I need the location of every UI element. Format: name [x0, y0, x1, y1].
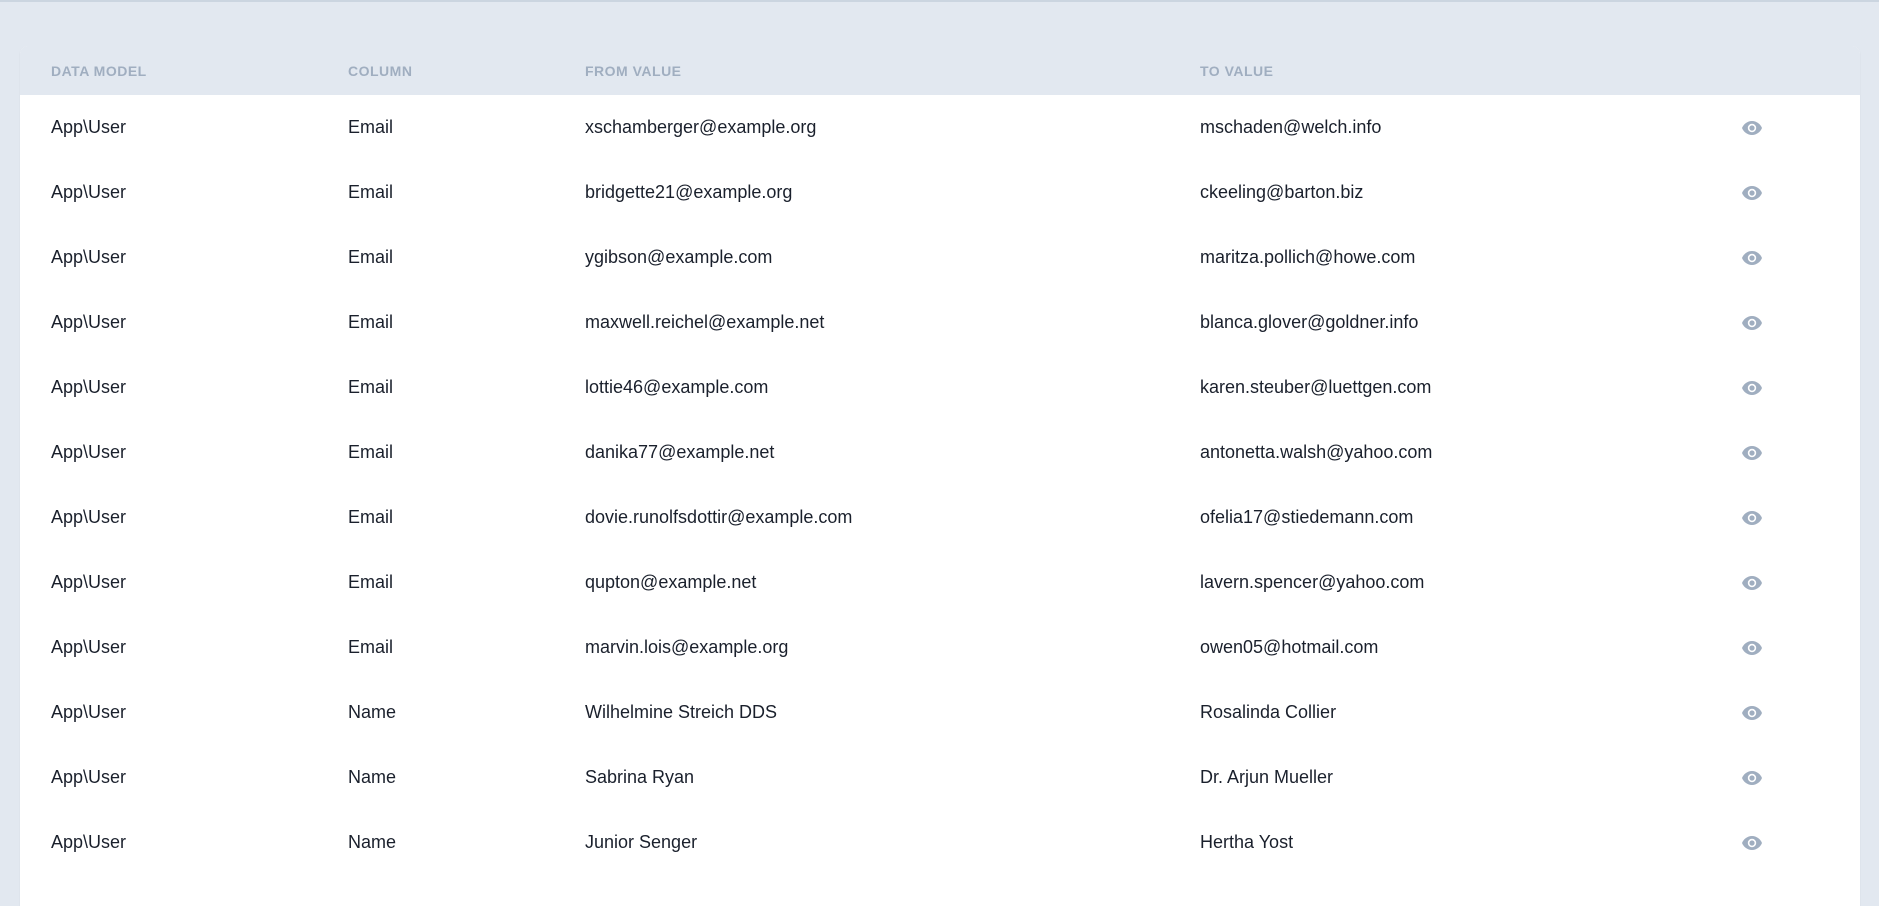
cell-column: Email [348, 247, 394, 267]
table-row: App\User Email xschamberger@example.org … [20, 95, 1860, 160]
cell-from-value: dovie.runolfsdottir@example.com [585, 507, 853, 527]
cell-actions [1710, 420, 1860, 485]
eye-icon[interactable] [1741, 250, 1763, 266]
cell-column: Email [348, 377, 394, 397]
cell-to-value: karen.steuber@luettgen.com [1200, 377, 1432, 397]
cell-column: Email [348, 507, 394, 527]
eye-icon[interactable] [1741, 185, 1763, 201]
eye-icon[interactable] [1741, 380, 1763, 396]
cell-data-model: App\User [51, 442, 127, 462]
cell-actions [1710, 745, 1860, 810]
cell-to-value: maritza.pollich@howe.com [1200, 247, 1416, 267]
cell-actions [1710, 810, 1860, 875]
cell-actions [1710, 95, 1860, 160]
cell-actions [1710, 225, 1860, 290]
cell-data-model: App\User [51, 247, 127, 267]
cell-to-value: owen05@hotmail.com [1200, 637, 1379, 657]
eye-icon[interactable] [1741, 445, 1763, 461]
cell-from-value: ygibson@example.com [585, 247, 773, 267]
eye-icon[interactable] [1741, 835, 1763, 851]
cell-data-model: App\User [51, 182, 127, 202]
cell-actions [1710, 355, 1860, 420]
cell-from-value: Junior Senger [585, 832, 698, 852]
table-row: App\User Email marvin.lois@example.org o… [20, 615, 1860, 680]
table-row: App\User Name Wilhelmine Streich DDS Ros… [20, 680, 1860, 745]
header-from-value: From Value [585, 62, 682, 79]
eye-icon[interactable] [1741, 770, 1763, 786]
cell-column: Email [348, 637, 394, 657]
cell-from-value: xschamberger@example.org [585, 117, 817, 137]
eye-icon[interactable] [1741, 510, 1763, 526]
table-row: App\User Email qupton@example.net lavern… [20, 550, 1860, 615]
cell-from-value: Sabrina Ryan [585, 767, 695, 787]
cell-column: Name [348, 832, 397, 852]
table-row: App\User Email lottie46@example.com kare… [20, 355, 1860, 420]
cell-column: Email [348, 312, 394, 332]
table-row: App\User Name Junior Senger Hertha Yost [20, 810, 1860, 875]
cell-to-value: mschaden@welch.info [1200, 117, 1382, 137]
changes-table-card: Data Model Column From Value To Value Ap… [20, 46, 1860, 906]
table-row: App\User Email danika77@example.net anto… [20, 420, 1860, 485]
cell-to-value: antonetta.walsh@yahoo.com [1200, 442, 1433, 462]
cell-actions [1710, 160, 1860, 225]
cell-actions [1710, 680, 1860, 745]
cell-to-value: Dr. Arjun Mueller [1200, 767, 1334, 787]
table-body: App\User Email xschamberger@example.org … [20, 95, 1860, 875]
header-data-model: Data Model [51, 62, 147, 79]
table-row: App\User Email bridgette21@example.org c… [20, 160, 1860, 225]
cell-data-model: App\User [51, 702, 127, 722]
table-row: App\User Email dovie.runolfsdottir@examp… [20, 485, 1860, 550]
table-row: App\User Name Sabrina Ryan Dr. Arjun Mue… [20, 745, 1860, 810]
cell-column: Name [348, 702, 397, 722]
cell-from-value: danika77@example.net [585, 442, 775, 462]
cell-actions [1710, 550, 1860, 615]
eye-icon[interactable] [1741, 315, 1763, 331]
header-to-value: To Value [1200, 62, 1274, 79]
changes-table: Data Model Column From Value To Value Ap… [20, 46, 1860, 875]
table-row: App\User Email ygibson@example.com marit… [20, 225, 1860, 290]
eye-icon[interactable] [1741, 120, 1763, 136]
cell-from-value: marvin.lois@example.org [585, 637, 789, 657]
page: Data Model Column From Value To Value Ap… [0, 2, 1879, 906]
cell-data-model: App\User [51, 507, 127, 527]
cell-to-value: ofelia17@stiedemann.com [1200, 507, 1414, 527]
cell-to-value: lavern.spencer@yahoo.com [1200, 572, 1425, 592]
header-column: Column [348, 62, 413, 79]
cell-data-model: App\User [51, 377, 127, 397]
cell-data-model: App\User [51, 117, 127, 137]
cell-data-model: App\User [51, 637, 127, 657]
cell-from-value: Wilhelmine Streich DDS [585, 702, 778, 722]
cell-column: Email [348, 182, 394, 202]
cell-actions [1710, 615, 1860, 680]
cell-from-value: maxwell.reichel@example.net [585, 312, 825, 332]
cell-actions [1710, 485, 1860, 550]
cell-data-model: App\User [51, 832, 127, 852]
table-row: App\User Email maxwell.reichel@example.n… [20, 290, 1860, 355]
cell-data-model: App\User [51, 767, 127, 787]
header-actions [1710, 46, 1860, 95]
eye-icon[interactable] [1741, 575, 1763, 591]
cell-to-value: ckeeling@barton.biz [1200, 182, 1364, 202]
cell-column: Name [348, 767, 397, 787]
cell-to-value: Rosalinda Collier [1200, 702, 1337, 722]
eye-icon[interactable] [1741, 640, 1763, 656]
cell-to-value: blanca.glover@goldner.info [1200, 312, 1419, 332]
cell-data-model: App\User [51, 572, 127, 592]
table-header-row: Data Model Column From Value To Value [20, 46, 1860, 95]
cell-from-value: qupton@example.net [585, 572, 757, 592]
cell-actions [1710, 290, 1860, 355]
eye-icon[interactable] [1741, 705, 1763, 721]
cell-data-model: App\User [51, 312, 127, 332]
cell-from-value: lottie46@example.com [585, 377, 769, 397]
cell-column: Email [348, 572, 394, 592]
cell-column: Email [348, 117, 394, 137]
cell-to-value: Hertha Yost [1200, 832, 1294, 852]
cell-column: Email [348, 442, 394, 462]
cell-from-value: bridgette21@example.org [585, 182, 793, 202]
